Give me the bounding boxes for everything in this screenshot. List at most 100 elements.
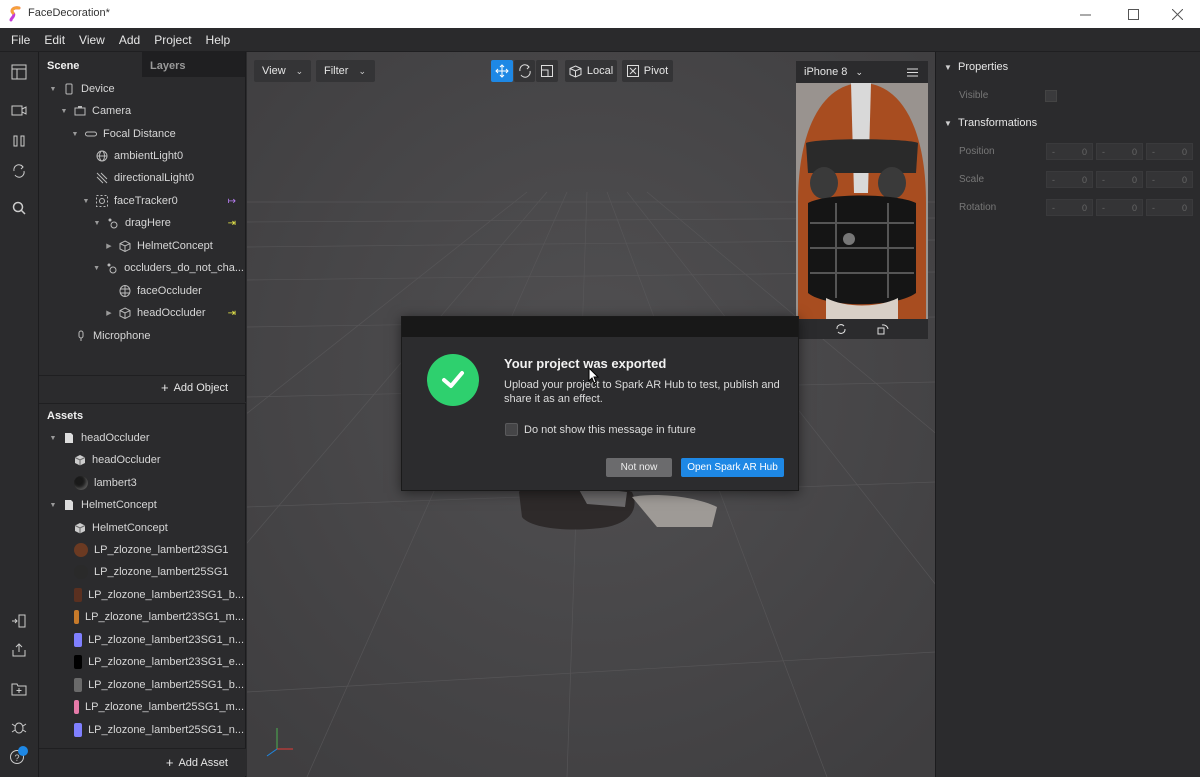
patch-link-icon[interactable]: ↦: [228, 196, 236, 207]
rotation-z-field[interactable]: -0: [1146, 199, 1193, 216]
asset-item[interactable]: LP_zlozone_lambert23SG1_e...: [74, 651, 244, 673]
bug-report-button[interactable]: [9, 717, 29, 737]
tree-item-focal-distance[interactable]: ▼ Focal Distance: [71, 123, 244, 145]
expand-arrow-icon[interactable]: ▼: [49, 434, 57, 442]
asset-item[interactable]: HelmetConcept: [74, 517, 244, 539]
library-button[interactable]: [9, 679, 29, 699]
menu-icon[interactable]: [907, 68, 918, 77]
asset-label: LP_zlozone_lambert23SG1_m...: [85, 611, 244, 623]
filter-dropdown[interactable]: Filter ⌄: [316, 60, 375, 82]
asset-item[interactable]: LP_zlozone_lambert25SG1_n...: [74, 719, 244, 741]
move-tool-button[interactable]: [491, 60, 513, 82]
expand-arrow-icon[interactable]: ▼: [71, 130, 79, 138]
tab-layers[interactable]: Layers: [142, 52, 245, 77]
position-x-field[interactable]: -0: [1046, 143, 1093, 160]
asset-item[interactable]: LP_zlozone_lambert23SG1_n...: [74, 629, 244, 651]
expand-arrow-icon[interactable]: ▼: [93, 264, 100, 272]
tree-item-helmet-concept[interactable]: ▶ HelmetConcept: [105, 235, 244, 257]
export-dialog: Your project was exported Upload your pr…: [401, 316, 799, 491]
tree-item-camera[interactable]: ▼ Camera: [60, 100, 244, 122]
rotate-tool-button[interactable]: [514, 60, 535, 82]
expand-arrow-icon[interactable]: ▼: [944, 119, 952, 128]
menu-help[interactable]: Help: [199, 33, 238, 47]
scene-tabs: Scene Layers: [39, 52, 246, 77]
menu-view[interactable]: View: [72, 33, 112, 47]
position-z-field[interactable]: -0: [1146, 143, 1193, 160]
dont-show-label[interactable]: Do not show this message in future: [524, 424, 696, 436]
add-object-button[interactable]: + Add Object: [39, 375, 246, 399]
properties-section-header[interactable]: ▼ Properties: [944, 58, 1008, 76]
asset-item[interactable]: LP_zlozone_lambert23SG1_b...: [74, 584, 244, 606]
scale-x-field[interactable]: -0: [1046, 171, 1093, 188]
tree-item-face-occluder[interactable]: faceOccluder: [119, 280, 244, 302]
menu-file[interactable]: File: [4, 33, 37, 47]
tree-item-head-occluder[interactable]: ▶ headOccluder ⇥: [105, 302, 244, 324]
minimize-button[interactable]: [1062, 0, 1108, 28]
menu-add[interactable]: Add: [112, 33, 147, 47]
view-dropdown[interactable]: View ⌄: [254, 60, 311, 82]
maximize-button[interactable]: [1110, 0, 1156, 28]
patch-link-icon[interactable]: ⇥: [228, 218, 236, 229]
open-spark-ar-hub-button[interactable]: Open Spark AR Hub: [681, 458, 784, 477]
rotation-x-field[interactable]: -0: [1046, 199, 1093, 216]
rotation-y-field[interactable]: -0: [1096, 199, 1143, 216]
tree-item-ambient-light[interactable]: ambientLight0: [96, 145, 244, 167]
video-button[interactable]: [9, 100, 29, 120]
asset-folder-helmet-concept[interactable]: ▼ HelmetConcept: [49, 494, 244, 516]
collapse-arrow-icon[interactable]: ▶: [105, 309, 113, 317]
device-selector[interactable]: iPhone 8 ⌄: [796, 61, 928, 83]
not-now-button[interactable]: Not now: [606, 458, 672, 477]
asset-item[interactable]: LP_zlozone_lambert25SG1_m...: [74, 696, 244, 718]
collapse-arrow-icon[interactable]: ▶: [105, 242, 113, 250]
rotate-device-icon[interactable]: [835, 323, 847, 335]
tree-item-label: HelmetConcept: [137, 240, 213, 252]
asset-item[interactable]: LP_zlozone_lambert23SG1: [74, 539, 244, 561]
expand-arrow-icon[interactable]: ▼: [944, 63, 952, 72]
scale-y-field[interactable]: -0: [1096, 171, 1143, 188]
tree-item-device[interactable]: ▼ Device: [49, 78, 244, 100]
field-value: 0: [1181, 174, 1187, 185]
tree-item-microphone[interactable]: Microphone: [75, 325, 244, 347]
scale-tool-button[interactable]: [536, 60, 558, 82]
scene-panel: Scene Layers ▼ Device ▼ Camera ▼ Focal D…: [39, 52, 246, 402]
tree-item-occluders[interactable]: ▼ occluders_do_not_cha...: [93, 257, 244, 279]
menu-project[interactable]: Project: [147, 33, 198, 47]
pause-button[interactable]: [9, 131, 29, 151]
asset-item[interactable]: lambert3: [74, 472, 244, 494]
asset-label: LP_zlozone_lambert23SG1_n...: [88, 634, 244, 646]
close-button[interactable]: [1154, 0, 1200, 28]
success-check-icon: [427, 354, 479, 406]
test-on-device-button[interactable]: [9, 611, 29, 631]
restart-button[interactable]: [9, 161, 29, 181]
add-asset-button[interactable]: + Add Asset: [39, 748, 246, 776]
tree-item-drag-here[interactable]: ▼ dragHere ⇥: [93, 212, 244, 234]
visible-checkbox[interactable]: [1045, 90, 1057, 102]
asset-item[interactable]: LP_zlozone_lambert25SG1: [74, 561, 244, 583]
tab-scene[interactable]: Scene: [39, 52, 142, 77]
expand-arrow-icon[interactable]: ▼: [49, 501, 57, 509]
flip-camera-icon[interactable]: [877, 323, 889, 335]
help-button[interactable]: ?: [9, 746, 29, 766]
menu-edit[interactable]: Edit: [37, 33, 72, 47]
scene-viewport[interactable]: View ⌄ Filter ⌄ Local Pivot iPhone 8 ⌄ Y…: [247, 52, 935, 777]
scale-z-field[interactable]: -0: [1146, 171, 1193, 188]
layout-button[interactable]: [9, 62, 29, 82]
asset-item[interactable]: LP_zlozone_lambert23SG1_m...: [74, 606, 244, 628]
tree-item-directional-light[interactable]: directionalLight0: [96, 167, 244, 189]
expand-arrow-icon[interactable]: ▼: [49, 85, 57, 93]
expand-arrow-icon[interactable]: ▼: [82, 197, 90, 205]
expand-arrow-icon[interactable]: ▼: [93, 219, 101, 227]
patch-link-icon[interactable]: ⇥: [228, 308, 236, 319]
position-y-field[interactable]: -0: [1096, 143, 1143, 160]
asset-folder-head-occluder[interactable]: ▼ headOccluder: [49, 427, 244, 449]
tree-item-face-tracker[interactable]: ▼ faceTracker0 ↦: [82, 190, 244, 212]
dont-show-checkbox[interactable]: [505, 423, 518, 436]
asset-item[interactable]: LP_zlozone_lambert25SG1_b...: [74, 674, 244, 696]
expand-arrow-icon[interactable]: ▼: [60, 107, 68, 115]
transformations-section-header[interactable]: ▼ Transformations: [944, 114, 1037, 132]
search-button[interactable]: [9, 198, 29, 218]
pivot-toggle[interactable]: Pivot: [622, 60, 673, 82]
local-toggle[interactable]: Local: [565, 60, 617, 82]
upload-button[interactable]: [9, 640, 29, 660]
asset-item[interactable]: headOccluder: [74, 449, 244, 471]
